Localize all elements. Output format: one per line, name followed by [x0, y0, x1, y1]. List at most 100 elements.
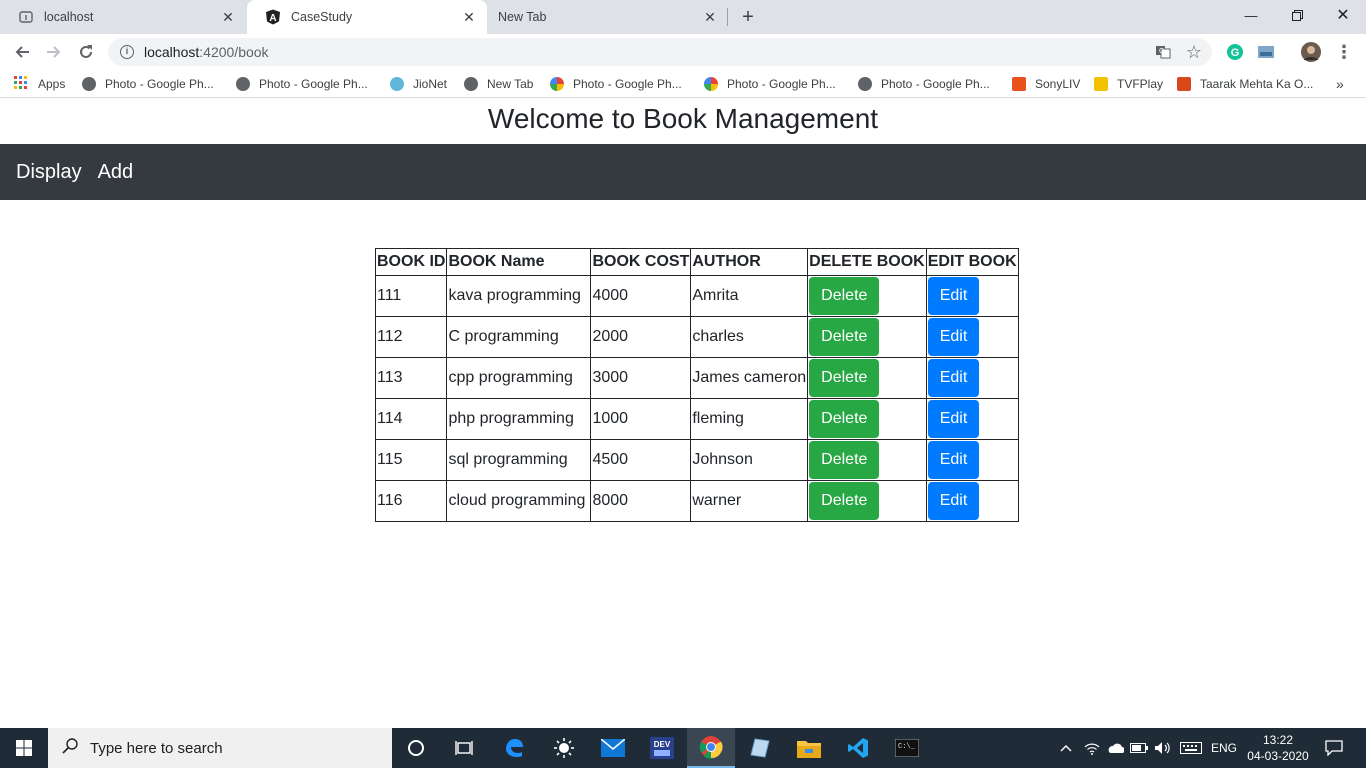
bookmark-photo-2[interactable]: Photo - Google Ph...	[236, 76, 368, 92]
cell-book-id: 114	[374, 398, 448, 440]
edit-button[interactable]: Edit	[927, 318, 980, 356]
dev-cpp-icon[interactable]: DEV	[638, 728, 686, 768]
cell-edit: Edit	[925, 398, 1019, 440]
edit-button[interactable]: Edit	[927, 482, 980, 520]
bookmark-photo-1[interactable]: Photo - Google Ph...	[82, 76, 214, 92]
edit-button[interactable]: Edit	[927, 441, 980, 479]
terminal-icon[interactable]: C:\_	[883, 728, 931, 768]
cell-author: warner	[690, 480, 809, 522]
bookmark-label: Photo - Google Ph...	[881, 77, 990, 91]
delete-button[interactable]: Delete	[809, 277, 880, 315]
bookmark-sonyliv[interactable]: SonyLIV	[1012, 76, 1080, 92]
google-photos-icon	[550, 77, 564, 91]
menu-icon[interactable]: ⋮	[1334, 42, 1354, 62]
show-hidden-icons-icon[interactable]	[1056, 728, 1076, 768]
wifi-icon[interactable]	[1082, 728, 1102, 768]
more-bookmarks-icon[interactable]: »	[1336, 76, 1344, 92]
windows-start-icon[interactable]	[0, 728, 48, 768]
cell-book-id: 112	[374, 316, 448, 358]
page-title: Welcome to Book Management	[487, 103, 879, 134]
windows-taskbar: Type here to search DEV C:\_ ENG 13:22 0…	[0, 728, 1366, 768]
grammarly-icon[interactable]: G	[1225, 42, 1245, 62]
keyboard-icon[interactable]	[1178, 728, 1204, 768]
notepad-icon[interactable]	[736, 728, 784, 768]
new-tab-icon[interactable]: +	[737, 6, 759, 28]
bookmark-jionet[interactable]: JioNet	[390, 76, 447, 92]
cell-book-id: 111	[374, 275, 448, 317]
nav-add-link[interactable]: Add	[98, 161, 134, 184]
cortana-icon[interactable]	[392, 728, 440, 768]
bookmark-label: TVFPlay	[1117, 77, 1164, 91]
url-host: localhost	[144, 44, 200, 60]
translate-icon[interactable]: G	[1153, 42, 1173, 62]
edit-button[interactable]: Edit	[927, 400, 980, 438]
delete-button[interactable]: Delete	[809, 400, 880, 438]
taskbar-search-box[interactable]: Type here to search	[48, 728, 392, 768]
bookmark-photo-4[interactable]: Photo - Google Ph...	[704, 76, 836, 92]
page-icon	[18, 9, 34, 25]
extension-icon[interactable]	[1256, 42, 1276, 62]
nav-display-link[interactable]: Display	[16, 161, 82, 184]
bookmark-photo-5[interactable]: Photo - Google Ph...	[858, 76, 990, 92]
cell-book-id: 115	[374, 439, 448, 481]
globe-icon	[236, 77, 250, 91]
clock[interactable]: 13:22 04-03-2020	[1244, 728, 1312, 768]
tab-casestudy[interactable]: A CaseStudy ✕	[247, 0, 487, 34]
bookmark-new-tab[interactable]: New Tab	[464, 76, 533, 92]
edge-browser-icon[interactable]	[490, 728, 538, 768]
back-icon[interactable]	[10, 40, 34, 64]
language-indicator[interactable]: ENG	[1208, 728, 1240, 768]
tab-new-tab[interactable]: New Tab ✕	[488, 0, 728, 34]
bookmark-label: Photo - Google Ph...	[259, 77, 368, 91]
brightness-icon[interactable]	[540, 728, 588, 768]
url-text[interactable]: localhost:4200/book	[144, 44, 269, 60]
minimize-icon[interactable]: —	[1228, 0, 1274, 30]
delete-button[interactable]: Delete	[809, 441, 880, 479]
battery-icon[interactable]	[1128, 728, 1150, 768]
header-book-cost: BOOK COST	[590, 248, 692, 276]
file-explorer-icon[interactable]	[785, 728, 833, 768]
clock-date: 04-03-2020	[1247, 749, 1309, 763]
bookmark-apps[interactable]: Apps	[14, 75, 65, 92]
delete-button[interactable]: Delete	[809, 359, 880, 397]
delete-button[interactable]: Delete	[809, 318, 880, 356]
bookmark-tvfplay[interactable]: TVFPlay	[1094, 76, 1163, 92]
volume-icon[interactable]	[1152, 728, 1174, 768]
cell-book-cost: 4500	[590, 439, 692, 481]
bookmark-label: New Tab	[487, 77, 534, 91]
address-bar[interactable]: i localhost:4200/book	[108, 38, 1212, 66]
edit-button[interactable]: Edit	[927, 359, 980, 397]
info-icon[interactable]: i	[120, 45, 134, 59]
restore-icon[interactable]	[1274, 0, 1320, 30]
bookmark-photo-3[interactable]: Photo - Google Ph...	[550, 76, 682, 92]
cell-edit: Edit	[925, 480, 1019, 522]
header-delete-book: DELETE BOOK	[807, 248, 927, 276]
cell-book-name: cpp programming	[446, 357, 592, 399]
mail-icon[interactable]	[589, 728, 637, 768]
delete-button[interactable]: Delete	[809, 482, 880, 520]
forward-icon[interactable]	[42, 40, 66, 64]
cell-book-name: sql programming	[446, 439, 592, 481]
vscode-icon[interactable]	[834, 728, 882, 768]
close-tab-icon[interactable]: ✕	[461, 9, 477, 25]
profile-avatar[interactable]	[1301, 42, 1321, 62]
task-view-icon[interactable]	[440, 728, 488, 768]
edit-button[interactable]: Edit	[927, 277, 980, 315]
close-tab-icon[interactable]: ✕	[220, 9, 236, 25]
reload-icon[interactable]	[74, 40, 98, 64]
chrome-icon[interactable]	[687, 728, 735, 768]
bookmark-star-icon[interactable]: ☆	[1184, 42, 1204, 62]
bookmark-taarak-mehta[interactable]: Taarak Mehta Ka O...	[1177, 76, 1313, 92]
table-row: 111 kava programming 4000 Amrita Delete …	[374, 275, 1019, 317]
close-window-icon[interactable]: ✕	[1320, 0, 1366, 30]
tab-divider	[727, 8, 728, 26]
table-row: 115 sql programming 4500 Johnson Delete …	[374, 439, 1019, 481]
onedrive-icon[interactable]	[1104, 728, 1126, 768]
angular-icon: A	[265, 9, 281, 25]
notifications-icon[interactable]	[1318, 728, 1350, 768]
cell-book-cost: 8000	[590, 480, 692, 522]
tab-localhost[interactable]: localhost ✕	[0, 0, 246, 34]
close-tab-icon[interactable]: ✕	[702, 9, 718, 25]
cell-edit: Edit	[925, 275, 1019, 317]
cell-author: Amrita	[690, 275, 809, 317]
